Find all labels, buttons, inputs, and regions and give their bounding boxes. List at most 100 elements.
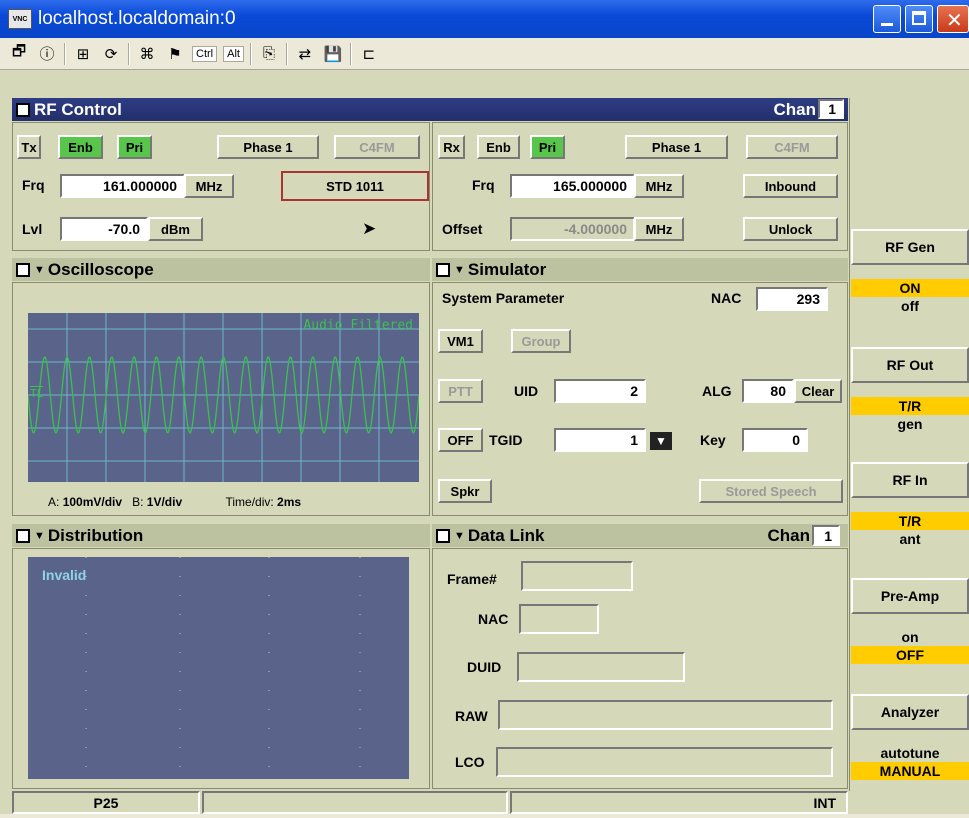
- alt-key-button[interactable]: Alt: [223, 45, 244, 62]
- nac-field[interactable]: 293: [756, 287, 828, 311]
- panel-toggle-icon[interactable]: [436, 262, 450, 277]
- tx-frq-label: Frq: [22, 177, 45, 193]
- dl-chan-field[interactable]: 1: [812, 525, 840, 546]
- rf-gen-state[interactable]: ON off: [851, 279, 969, 315]
- fullscreen-icon[interactable]: ⊞: [72, 43, 94, 65]
- oscilloscope-title: Oscilloscope: [47, 259, 154, 279]
- tgid-label: TGID: [489, 432, 523, 448]
- collapse-triangle-icon[interactable]: ▼: [454, 530, 465, 542]
- analyzer-manual: MANUAL: [851, 762, 969, 780]
- dl-nac-label: NAC: [478, 611, 509, 627]
- offset-unit-button[interactable]: MHz: [634, 217, 684, 241]
- rf-out-button[interactable]: RF Out: [851, 347, 969, 383]
- toolbar: 🗗 ⓘ ⊞ ⟳ ⌘ ⚑ Ctrl Alt ⎘ ⇄ 💾 ⊏: [0, 38, 969, 70]
- key-field[interactable]: 0: [742, 428, 808, 452]
- info-icon[interactable]: ⓘ: [36, 43, 58, 65]
- analyzer-state[interactable]: autotune MANUAL: [851, 744, 969, 780]
- start-icon[interactable]: ⚑: [164, 43, 186, 65]
- panel-toggle-icon[interactable]: [16, 102, 30, 117]
- collapse-triangle-icon[interactable]: ▼: [34, 264, 45, 276]
- duid-field[interactable]: [517, 652, 685, 682]
- tx-pri-button[interactable]: Pri: [117, 135, 152, 159]
- std-1011-button[interactable]: STD 1011: [281, 171, 429, 201]
- minimize-button[interactable]: [873, 5, 901, 33]
- pre-amp-state[interactable]: on OFF: [851, 628, 969, 664]
- tx-lvl-unit-button[interactable]: dBm: [148, 217, 203, 241]
- analyzer-button[interactable]: Analyzer: [851, 694, 969, 730]
- maximize-icon: [912, 11, 926, 25]
- group-button[interactable]: Group: [511, 329, 571, 353]
- stored-speech-button[interactable]: Stored Speech: [699, 479, 843, 503]
- clipboard-icon[interactable]: ⎘: [258, 43, 280, 65]
- maximize-button[interactable]: [905, 5, 933, 33]
- uid-field[interactable]: 2: [554, 379, 646, 403]
- toolbar-separator: [349, 42, 352, 65]
- toolbar-separator: [249, 42, 252, 65]
- tx-button[interactable]: Tx: [17, 135, 41, 159]
- vnc-icon: VNC: [8, 9, 32, 29]
- dl-nac-field[interactable]: [519, 604, 599, 634]
- title-bar[interactable]: VNC localhost.localdomain:0: [0, 0, 969, 38]
- tx-c4fm-button[interactable]: C4FM: [334, 135, 420, 159]
- distribution-status: Invalid: [42, 567, 87, 583]
- lco-field[interactable]: [496, 747, 833, 777]
- save-icon[interactable]: 💾: [322, 43, 344, 65]
- tx-enable-button[interactable]: Enb: [58, 135, 103, 159]
- tx-phase-button[interactable]: Phase 1: [217, 135, 319, 159]
- clear-button[interactable]: Clear: [794, 379, 842, 403]
- rf-in-state[interactable]: T/R ant: [851, 512, 969, 548]
- rf-in-button[interactable]: RF In: [851, 462, 969, 498]
- oscilloscope-display: Audio Filtered TL: [27, 313, 420, 482]
- panel-toggle-icon[interactable]: [436, 528, 450, 543]
- offset-field[interactable]: -4.000000: [510, 217, 635, 241]
- tgid-field[interactable]: 1: [554, 428, 646, 452]
- rx-frq-label: Frq: [472, 177, 495, 193]
- rx-c4fm-button[interactable]: C4FM: [746, 135, 838, 159]
- analyzer-autotune: autotune: [880, 745, 940, 761]
- rx-phase-button[interactable]: Phase 1: [625, 135, 728, 159]
- tx-frequency-field[interactable]: 161.000000: [60, 174, 185, 198]
- vm1-button[interactable]: VM1: [438, 329, 483, 353]
- options-icon[interactable]: 🗗: [8, 43, 30, 65]
- collapse-triangle-icon[interactable]: ▼: [454, 264, 465, 276]
- trace-label: Audio Filtered: [303, 318, 413, 333]
- frame-field[interactable]: [521, 561, 633, 591]
- rf-out-tr: T/R: [851, 397, 969, 415]
- rx-frequency-field[interactable]: 165.000000: [510, 174, 635, 198]
- off-button[interactable]: OFF: [438, 428, 483, 452]
- ctrl-alt-del-icon[interactable]: ⌘: [136, 43, 158, 65]
- rx-frq-unit-button[interactable]: MHz: [634, 174, 684, 198]
- rx-enable-button[interactable]: Enb: [477, 135, 520, 159]
- tx-level-field[interactable]: -70.0: [60, 217, 148, 241]
- inbound-button[interactable]: Inbound: [743, 174, 838, 198]
- refresh-icon[interactable]: ⟳: [100, 43, 122, 65]
- dl-chan-label: Chan: [767, 525, 811, 545]
- alg-field[interactable]: 80: [742, 379, 794, 403]
- tgid-dropdown-icon[interactable]: ▼: [650, 432, 672, 450]
- disconnect-icon[interactable]: ⊏: [358, 43, 380, 65]
- pre-amp-button[interactable]: Pre-Amp: [851, 578, 969, 614]
- tx-frq-unit-button[interactable]: MHz: [184, 174, 234, 198]
- transfer-icon[interactable]: ⇄: [294, 43, 316, 65]
- rf-gen-button[interactable]: RF Gen: [851, 229, 969, 265]
- toolbar-separator: [64, 42, 66, 65]
- ptt-button[interactable]: PTT: [438, 379, 483, 403]
- frame-label: Frame#: [447, 571, 497, 587]
- b-value: 1V/div: [146, 495, 183, 509]
- rf-out-state[interactable]: T/R gen: [851, 397, 969, 433]
- unlock-button[interactable]: Unlock: [743, 217, 838, 241]
- chan-field[interactable]: 1: [818, 99, 844, 119]
- panel-toggle-icon[interactable]: [16, 528, 30, 543]
- close-icon: ✕: [946, 10, 963, 32]
- toolbar-separator: [285, 42, 288, 65]
- spkr-button[interactable]: Spkr: [438, 479, 492, 503]
- simulator-header: ▼ Simulator: [432, 258, 848, 281]
- rx-pri-button[interactable]: Pri: [530, 135, 565, 159]
- ctrl-key-button[interactable]: Ctrl: [192, 45, 218, 62]
- toolbar-separator: [128, 42, 130, 65]
- collapse-triangle-icon[interactable]: ▼: [34, 530, 45, 542]
- close-button[interactable]: ✕: [937, 5, 969, 33]
- panel-toggle-icon[interactable]: [16, 262, 30, 277]
- rx-button[interactable]: Rx: [438, 135, 465, 159]
- raw-field[interactable]: [498, 700, 833, 730]
